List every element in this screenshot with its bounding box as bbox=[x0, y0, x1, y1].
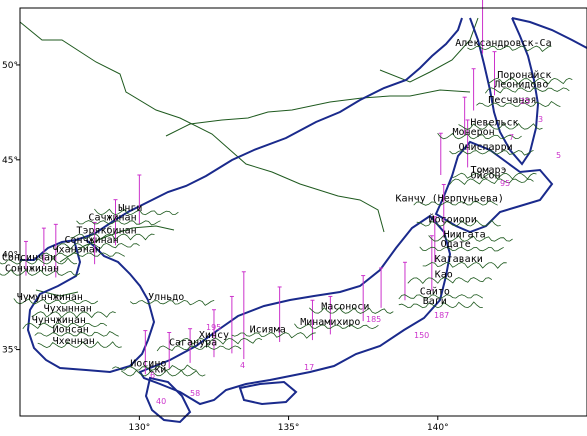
station-label: Йосоиори bbox=[429, 212, 477, 225]
station-label: Сачжинан bbox=[88, 212, 136, 223]
y-tick-label: 50° bbox=[2, 61, 18, 71]
x-tick-label: 140° bbox=[427, 423, 449, 433]
magnitude-label: 40 bbox=[156, 397, 166, 406]
station-label: Леонидово bbox=[494, 80, 548, 91]
magnitude-label: 17 bbox=[304, 363, 314, 372]
amur-river bbox=[165, 89, 471, 137]
station-label: Као bbox=[435, 269, 453, 280]
station-label: Сончжинан bbox=[5, 264, 59, 275]
station-label: Монерон bbox=[453, 127, 495, 138]
station-label: Улньдо bbox=[148, 292, 184, 303]
internal-border-east bbox=[379, 17, 479, 83]
station-label: Ониспарри bbox=[458, 142, 512, 153]
station-label: Чханэнан bbox=[53, 245, 101, 256]
asia-mainland-coast bbox=[20, 17, 463, 261]
magnitude-label: 187 bbox=[434, 311, 449, 320]
longitude-ticks: 130° 135° 140° bbox=[129, 416, 449, 433]
station-label: Саганура bbox=[169, 338, 217, 349]
station-label: Александровск-Са bbox=[455, 38, 551, 49]
magnitude-label: 150 bbox=[414, 331, 429, 340]
station-labels: Александровск-СаПоронайскЛеонидовоПесчан… bbox=[2, 38, 552, 375]
latitude-ticks: 35° 40° 45° 50° bbox=[2, 61, 20, 356]
magnitude-label: 195 bbox=[206, 323, 221, 332]
station-label: Минамихиро bbox=[300, 317, 360, 328]
magnitude-label: 7 bbox=[509, 133, 514, 142]
station-label: Ионсан bbox=[53, 324, 89, 335]
station-label: Чхеннан bbox=[53, 336, 95, 347]
y-tick-label: 45° bbox=[2, 156, 18, 166]
station-label: Ваги bbox=[423, 296, 447, 307]
station-label: Чумунчжинан bbox=[17, 292, 83, 303]
magnitude-label: 5 bbox=[556, 151, 561, 160]
x-tick-label: 130° bbox=[129, 423, 151, 433]
seismic-map: Александровск-Са Поронайск Леонидово Песчан… bbox=[0, 0, 587, 436]
y-tick-label: 40° bbox=[2, 251, 18, 261]
event-sticks bbox=[23, 0, 497, 375]
magnitude-label: 3 bbox=[538, 115, 543, 124]
magnitude-label: 4 bbox=[240, 361, 245, 370]
magnitude-label: 185 bbox=[366, 315, 381, 324]
station-label: Катаваки bbox=[435, 254, 483, 265]
magnitude-label: 58 bbox=[190, 389, 200, 398]
japan-shikoku-coast bbox=[238, 380, 298, 406]
magnitude-label: 6 bbox=[150, 371, 155, 380]
station-label: Чухыннан bbox=[44, 304, 92, 315]
station-label: Исияма bbox=[250, 324, 286, 335]
station-label: Масоноси bbox=[321, 302, 369, 313]
station-label: Одате bbox=[441, 239, 471, 250]
magnitude-label: 95 bbox=[500, 179, 510, 188]
china-russia-border bbox=[19, 21, 385, 233]
x-tick-label: 135° bbox=[278, 423, 300, 433]
station-label: Канчу (Нерпуньева) bbox=[396, 193, 504, 204]
magnitude-label: 25 bbox=[520, 97, 530, 106]
y-tick-label: 35° bbox=[2, 346, 18, 356]
map-canvas: Александровск-СаПоронайскЛеонидовоПесчан… bbox=[0, 0, 587, 433]
japan-kyushu-coast bbox=[144, 376, 192, 424]
station-label: Ойсон bbox=[470, 170, 500, 182]
